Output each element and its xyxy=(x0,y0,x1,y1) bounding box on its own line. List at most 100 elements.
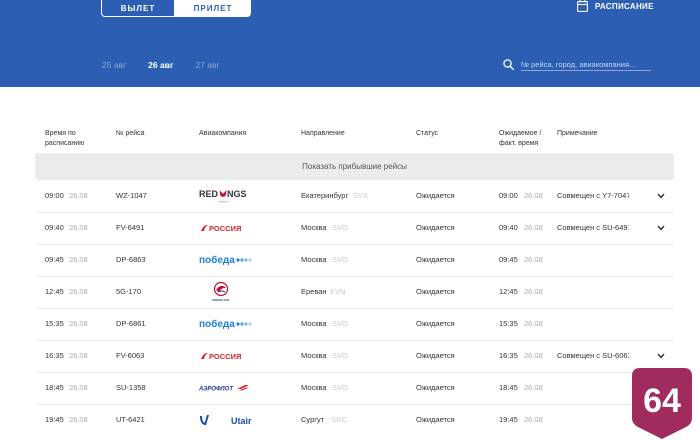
sched-date: 26.08 xyxy=(69,415,88,424)
pobeda-logo: победа xyxy=(199,308,255,340)
expected-time: 18:45 xyxy=(499,383,518,392)
table-row[interactable]: 09:40 26.08 FV-6491 РОССИЯ Москва SVO Ож… xyxy=(0,212,700,244)
sched-time: 19:45 xyxy=(45,415,64,424)
city: Москва xyxy=(301,351,327,360)
flight-number: DP-6861 xyxy=(116,319,146,328)
expected-date: 26.08 xyxy=(524,191,543,200)
city: Сургут xyxy=(301,415,325,424)
flight-number: UT-6421 xyxy=(116,415,145,424)
flight-number: FV-6063 xyxy=(116,351,145,360)
sched-date: 26.08 xyxy=(69,287,88,296)
channel-badge: 64 xyxy=(630,368,694,440)
flight-number: FV-6491 xyxy=(116,223,145,232)
badge-number: 64 xyxy=(643,382,681,420)
airport-code: SVO xyxy=(332,319,348,328)
sched-time: 16:35 xyxy=(45,351,64,360)
airport-code: SVX xyxy=(353,191,369,200)
city: Москва xyxy=(301,223,327,232)
search-input[interactable] xyxy=(521,58,651,71)
aeroflot-logo: АЭРОФЛОТ xyxy=(199,372,251,404)
airport-code: SGC xyxy=(331,415,348,424)
expected-date: 26.08 xyxy=(524,383,543,392)
calendar-icon xyxy=(577,0,588,12)
sched-time: 09:45 xyxy=(45,255,64,264)
chevron-down-icon[interactable] xyxy=(656,351,666,361)
expected-date: 26.08 xyxy=(524,319,543,328)
table-header: Время по расписанию № рейса Авиакомпания… xyxy=(0,129,700,153)
table-row[interactable]: 18:45 26.08 SU-1358 АЭРОФЛОТ Москва SVO … xyxy=(0,372,700,404)
expected-time: 16:35 xyxy=(499,351,518,360)
shirak-avia-logo: SHIRAK AVIA xyxy=(210,276,232,308)
expected-date: 26.08 xyxy=(524,255,543,264)
rossiya-logo: РОССИЯ xyxy=(199,212,251,244)
airport-code: SVO xyxy=(332,223,348,232)
tab-departure[interactable]: ВЫЛЕТ xyxy=(101,0,175,17)
table-row[interactable]: 09:00 26.08 WZ-1047 RED NGS airlines Ека… xyxy=(0,180,700,212)
svg-text:NGS: NGS xyxy=(227,189,247,199)
col-expected: Ожидаемое / факт. время xyxy=(499,130,542,147)
table-row[interactable]: 19:45 26.08 UT-6421 Utair Сургут SGC Ожи… xyxy=(0,404,700,436)
date-item-active[interactable]: 26 авг xyxy=(148,60,173,70)
date-item[interactable]: 25 авг xyxy=(102,60,126,70)
search-icon[interactable] xyxy=(503,59,514,70)
status: Ожидается xyxy=(416,223,455,232)
search-box xyxy=(503,58,651,71)
flight-number: WZ-1047 xyxy=(116,191,147,200)
sched-date: 26.08 xyxy=(69,319,88,328)
tab-arrival[interactable]: ПРИЛЕТ xyxy=(175,0,251,17)
airport-code: EVN xyxy=(330,287,346,296)
pobeda-logo-text: победа xyxy=(199,254,235,266)
col-direction: Направление xyxy=(301,130,345,137)
redwings-logo-subtext: airlines xyxy=(219,200,229,204)
status: Ожидается xyxy=(416,255,455,264)
note: Совмещен с SU-6491 xyxy=(557,223,629,232)
flight-number: 5G-170 xyxy=(116,287,142,296)
status: Ожидается xyxy=(416,383,455,392)
airport-code: SVO xyxy=(332,383,348,392)
table-row[interactable]: 12:45 26.08 5G-170 SHIRAK AVIA Ереван EV… xyxy=(0,276,700,308)
utair-logo: Utair xyxy=(199,404,253,436)
sched-time: 15:35 xyxy=(45,319,64,328)
col-note: Примечание xyxy=(557,130,598,137)
col-status: Статус xyxy=(416,130,439,137)
sched-time: 09:00 xyxy=(45,191,64,200)
rossiya-logo: РОССИЯ xyxy=(199,340,251,372)
sched-date: 26.08 xyxy=(69,383,88,392)
redwings-logo: RED NGS airlines xyxy=(199,180,251,212)
pobeda-logo-text: победа xyxy=(199,318,235,330)
flight-number: DP-6863 xyxy=(116,255,146,264)
status: Ожидается xyxy=(416,287,455,296)
expected-date: 26.08 xyxy=(524,351,543,360)
rossiya-logo-text: РОССИЯ xyxy=(209,224,241,233)
date-selector: 25 авг 26 авг 27 авг xyxy=(102,60,242,70)
sched-date: 26.08 xyxy=(69,351,88,360)
col-flight: № рейса xyxy=(116,130,145,137)
expected-time: 12:45 xyxy=(499,287,518,296)
schedule-label: РАСПИСАНИЕ xyxy=(595,1,654,11)
sched-date: 26.08 xyxy=(69,223,88,232)
direction-tabs: ВЫЛЕТ ПРИЛЕТ xyxy=(101,0,251,17)
expected-time: 09:45 xyxy=(499,255,518,264)
expected-time: 09:40 xyxy=(499,223,518,232)
sched-time: 12:45 xyxy=(45,287,64,296)
date-item[interactable]: 27 авг xyxy=(195,60,219,70)
col-airline: Авиакомпания xyxy=(199,130,247,137)
schedule-link[interactable]: РАСПИСАНИЕ xyxy=(577,0,654,12)
aeroflot-logo-text: АЭРОФЛОТ xyxy=(199,387,234,393)
chevron-down-icon[interactable] xyxy=(656,223,666,233)
pobeda-logo: победа xyxy=(199,244,255,276)
expected-date: 26.08 xyxy=(524,287,543,296)
chevron-down-icon[interactable] xyxy=(656,191,666,201)
status: Ожидается xyxy=(416,319,455,328)
sched-time: 09:40 xyxy=(45,223,64,232)
expected-time: 09:00 xyxy=(499,191,518,200)
sched-date: 26.08 xyxy=(69,191,88,200)
col-sched-time: Время по расписанию xyxy=(45,130,85,147)
table-row[interactable]: 16:35 26.08 FV-6063 РОССИЯ Москва SVO Ож… xyxy=(0,340,700,372)
redwings-logo-text: RED xyxy=(199,189,219,199)
shirak-avia-logo-text: SHIRAK AVIA xyxy=(212,298,229,302)
table-row[interactable]: 15:35 26.08 DP-6861 победа Москва SVO Ож… xyxy=(0,308,700,340)
show-arrived-button[interactable]: Показать прибывшие рейсы xyxy=(35,153,674,180)
sched-time: 18:45 xyxy=(45,383,64,392)
table-row[interactable]: 09:45 26.08 DP-6863 победа Москва SVO Ож… xyxy=(0,244,700,276)
